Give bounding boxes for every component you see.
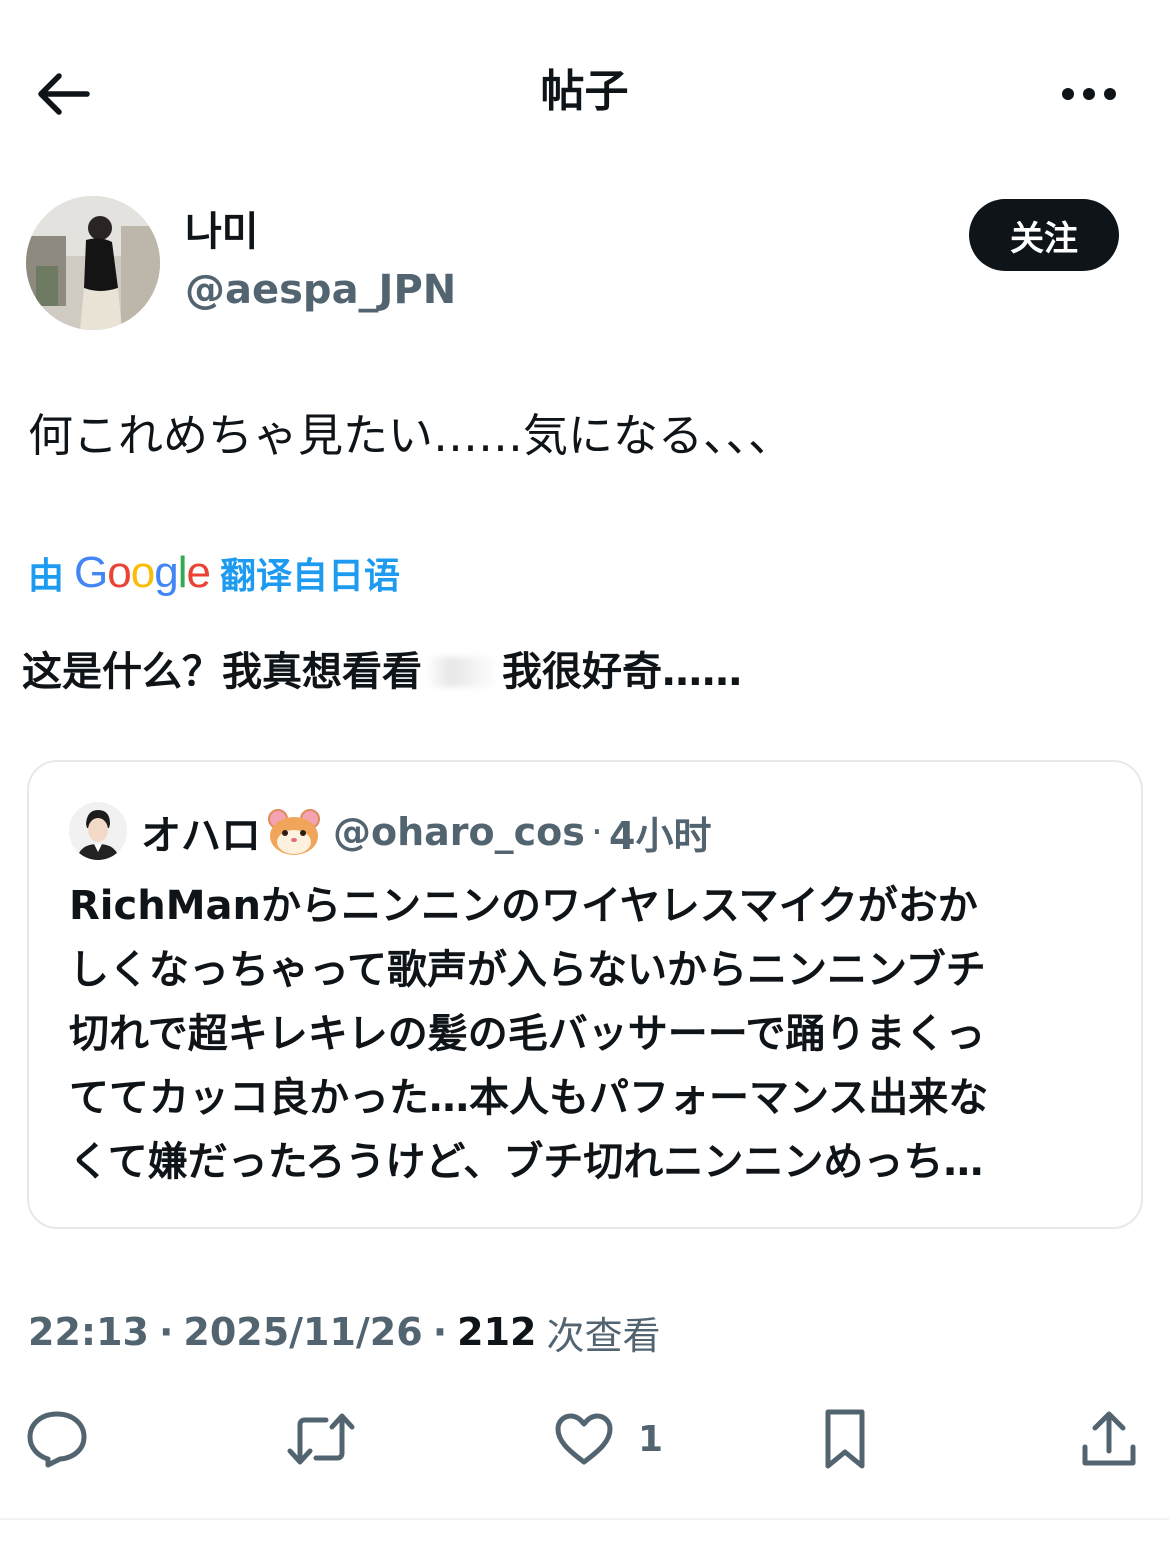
quoted-text-line: 切れで超キレキレの髪の毛バッサーーで踊りまくっ bbox=[69, 1011, 986, 1057]
quoted-avatar-photo bbox=[69, 802, 127, 860]
repost-button[interactable] bbox=[286, 1404, 356, 1474]
share-button[interactable] bbox=[1080, 1404, 1138, 1474]
more-horizontal-icon bbox=[1062, 88, 1116, 100]
translated-text-part2: 我很好奇…… bbox=[502, 649, 742, 695]
translation-source-label: 翻译自日语 bbox=[219, 556, 400, 597]
author-handle[interactable]: @aespa_JPN bbox=[185, 264, 456, 316]
quoted-author-handle: @oharo_cos bbox=[333, 810, 585, 854]
quoted-author-avatar bbox=[69, 802, 127, 860]
quoted-text-line: しくなっちゃって歌声が入らないからニンニンブチ bbox=[69, 947, 986, 993]
post-time: 22:13 bbox=[28, 1310, 149, 1354]
quoted-text-line: くて嫌だったろうけど、ブチ切れニンニンめっち… bbox=[69, 1139, 984, 1185]
like-button[interactable]: 1 bbox=[554, 1404, 663, 1474]
quoted-text-line: RichManからニンニンのワイヤレスマイクがおか bbox=[69, 883, 978, 929]
share-icon bbox=[1082, 1411, 1136, 1466]
hamster-emoji-icon bbox=[267, 808, 321, 856]
views-count[interactable]: 212 bbox=[457, 1310, 536, 1354]
quoted-author-name: オハロ bbox=[141, 813, 261, 859]
views-label: 次查看 bbox=[546, 1313, 661, 1358]
author-name[interactable]: 나미 bbox=[185, 206, 259, 258]
like-count: 1 bbox=[638, 1418, 664, 1460]
post-detail-page: 帖子 나미 @aespa_JPN 关注 何これめちゃ見たい……気になる、、、 由… bbox=[0, 0, 1169, 1559]
quoted-header: オハロ @oharo_cos · 4小时 bbox=[141, 802, 711, 862]
post-date: 2025/11/26 bbox=[183, 1310, 423, 1354]
bookmark-icon bbox=[825, 1409, 865, 1469]
reply-icon bbox=[27, 1411, 87, 1468]
quoted-post-card[interactable]: オハロ @oharo_cos · 4小时 RichManからニンニンのワイヤレス… bbox=[27, 760, 1143, 1229]
quoted-text: RichManからニンニンのワイヤレスマイクがおか しくなっちゃって歌声が入らな… bbox=[69, 874, 1119, 1194]
reply-button[interactable] bbox=[26, 1404, 88, 1474]
meta-separator: · bbox=[158, 1310, 174, 1354]
translated-text: 这是什么？我真想看看 我很好奇…… bbox=[22, 642, 742, 702]
google-logo: Google bbox=[74, 548, 211, 597]
divider bbox=[0, 1518, 1169, 1520]
meta-separator: · bbox=[432, 1310, 448, 1354]
translation-prefix: 由 bbox=[28, 556, 65, 597]
quoted-text-line: ててカッコ良かった…本人もパフォーマンス出来な bbox=[69, 1075, 989, 1121]
page-title: 帖子 bbox=[540, 66, 629, 117]
quoted-time: 4小时 bbox=[609, 813, 712, 858]
post-text: 何これめちゃ見たい……気になる、、、 bbox=[28, 409, 794, 462]
author-avatar[interactable] bbox=[26, 196, 160, 330]
follow-button[interactable]: 关注 bbox=[969, 199, 1119, 271]
translation-attribution[interactable]: 由 Google 翻译自日语 bbox=[28, 545, 400, 601]
heart-icon bbox=[555, 1413, 613, 1465]
bookmark-button[interactable] bbox=[820, 1404, 870, 1474]
translated-text-part1: 这是什么？我真想看看 bbox=[22, 649, 422, 695]
top-bar: 帖子 bbox=[0, 0, 1169, 185]
more-options-button[interactable] bbox=[1057, 72, 1121, 116]
quoted-separator: · bbox=[590, 810, 603, 854]
avatar-photo bbox=[26, 196, 160, 330]
repost-icon bbox=[287, 1413, 355, 1465]
post-meta: 22:13 · 2025/11/26 · 212 次查看 bbox=[28, 1304, 660, 1360]
blurred-region bbox=[426, 657, 498, 687]
